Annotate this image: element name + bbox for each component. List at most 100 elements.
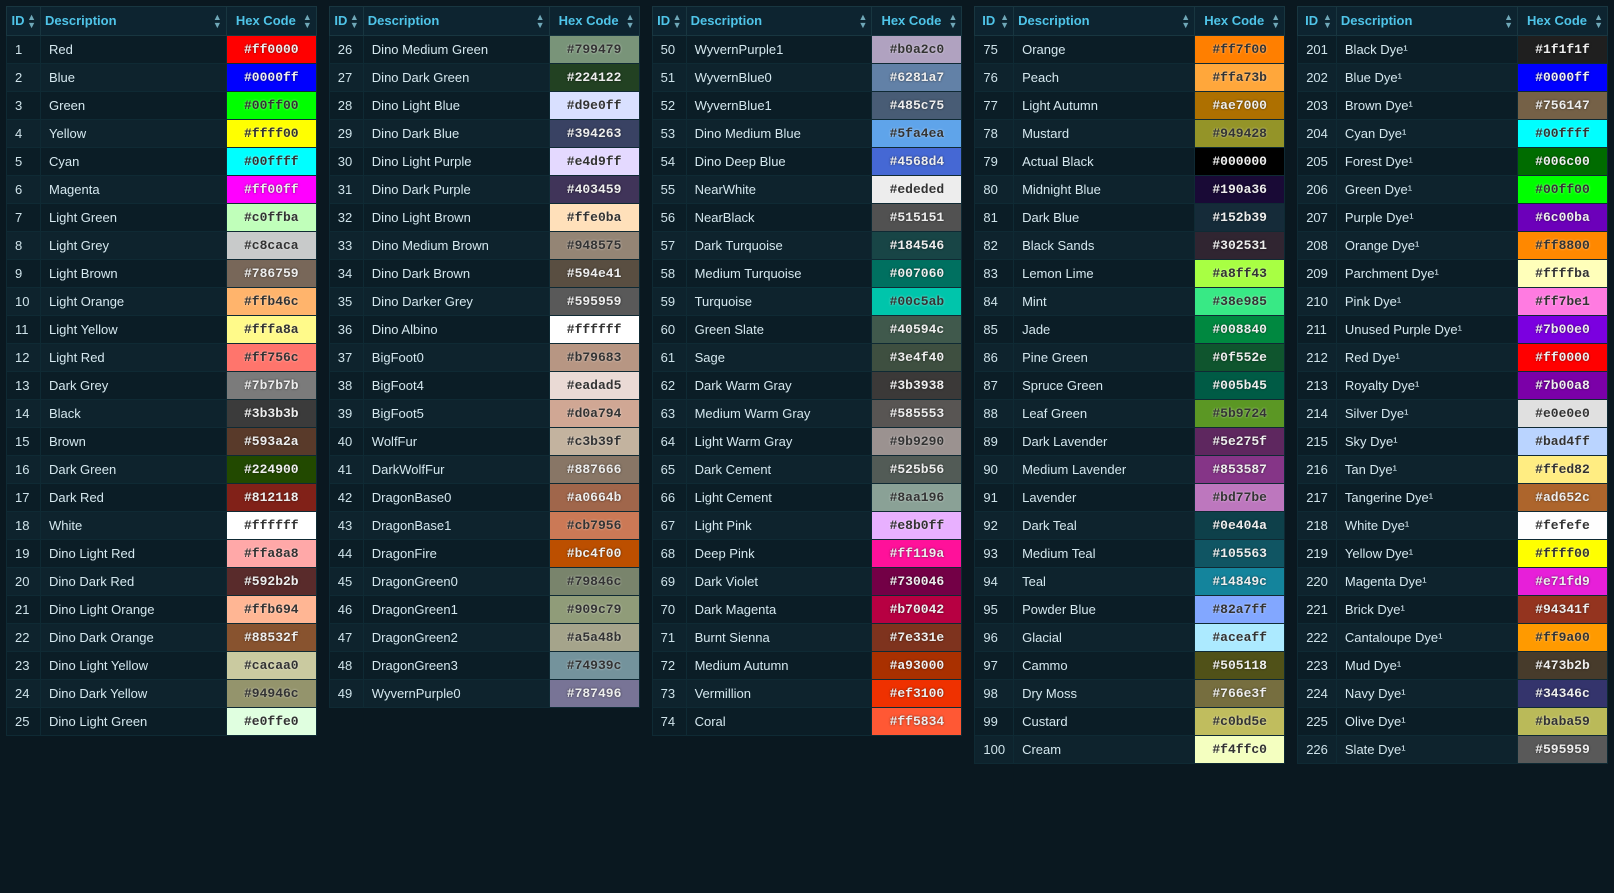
table-row: 78Mustard#949428: [975, 120, 1285, 148]
color-description: Light Orange: [41, 288, 227, 316]
header-hex[interactable]: Hex Code▲▼: [872, 7, 962, 36]
color-id: 21: [7, 596, 41, 624]
color-hex-swatch: #88532f: [226, 624, 316, 652]
color-description: Light Cement: [686, 484, 872, 512]
color-id: 4: [7, 120, 41, 148]
color-id: 218: [1298, 512, 1337, 540]
color-id: 215: [1298, 428, 1337, 456]
color-description: WyvernBlue1: [686, 92, 872, 120]
color-id: 219: [1298, 540, 1337, 568]
color-description: BigFoot4: [363, 372, 549, 400]
header-description[interactable]: Description▲▼: [1336, 7, 1517, 36]
table-row: 58Medium Turquoise#007060: [652, 260, 962, 288]
color-id: 28: [329, 92, 363, 120]
color-id: 9: [7, 260, 41, 288]
header-hex[interactable]: Hex Code▲▼: [226, 7, 316, 36]
header-id[interactable]: ID▲▼: [975, 7, 1014, 36]
color-description: Cantaloupe Dye¹: [1336, 624, 1517, 652]
color-description: Light Brown: [41, 260, 227, 288]
color-hex-swatch: #f4ffc0: [1195, 736, 1285, 764]
color-id: 223: [1298, 652, 1337, 680]
color-hex-swatch: #756147: [1517, 92, 1607, 120]
table-row: 6Magenta#ff00ff: [7, 176, 317, 204]
color-hex-swatch: #00ffff: [226, 148, 316, 176]
color-id: 56: [652, 204, 686, 232]
color-hex-swatch: #485c75: [872, 92, 962, 120]
header-description[interactable]: Description▲▼: [41, 7, 227, 36]
table-row: 23Dino Light Yellow#cacaa0: [7, 652, 317, 680]
color-hex-swatch: #38e985: [1195, 288, 1285, 316]
sort-icon: ▲▼: [536, 13, 545, 29]
header-label: Description: [691, 13, 763, 28]
table-row: 72Medium Autumn#a93000: [652, 652, 962, 680]
color-description: Medium Warm Gray: [686, 400, 872, 428]
table-row: 54Dino Deep Blue#4568d4: [652, 148, 962, 176]
table-row: 38BigFoot4#eadad5: [329, 372, 639, 400]
color-id: 206: [1298, 176, 1337, 204]
color-description: Light Yellow: [41, 316, 227, 344]
header-description[interactable]: Description▲▼: [363, 7, 549, 36]
header-hex[interactable]: Hex Code▲▼: [1195, 7, 1285, 36]
color-description: Medium Lavender: [1014, 456, 1195, 484]
color-id: 91: [975, 484, 1014, 512]
table-row: 70Dark Magenta#b70042: [652, 596, 962, 624]
color-hex-swatch: #152b39: [1195, 204, 1285, 232]
color-description: Dino Medium Green: [363, 36, 549, 64]
table-row: 210Pink Dye¹#ff7be1: [1298, 288, 1608, 316]
color-hex-swatch: #ffffba: [1517, 260, 1607, 288]
header-hex[interactable]: Hex Code▲▼: [1517, 7, 1607, 36]
header-description[interactable]: Description▲▼: [1014, 7, 1195, 36]
color-id: 81: [975, 204, 1014, 232]
header-hex[interactable]: Hex Code▲▼: [549, 7, 639, 36]
table-row: 16Dark Green#224900: [7, 456, 317, 484]
color-description: Glacial: [1014, 624, 1195, 652]
table-row: 60Green Slate#40594c: [652, 316, 962, 344]
table-row: 211Unused Purple Dye¹#7b00e0: [1298, 316, 1608, 344]
color-id: 100: [975, 736, 1014, 764]
color-hex-swatch: #bad4ff: [1517, 428, 1607, 456]
header-id[interactable]: ID▲▼: [7, 7, 41, 36]
header-id[interactable]: ID▲▼: [329, 7, 363, 36]
color-id: 78: [975, 120, 1014, 148]
color-description: Dino Light Red: [41, 540, 227, 568]
color-id: 213: [1298, 372, 1337, 400]
color-description: Vermillion: [686, 680, 872, 708]
color-description: Sky Dye¹: [1336, 428, 1517, 456]
color-id: 98: [975, 680, 1014, 708]
header-id[interactable]: ID▲▼: [1298, 7, 1337, 36]
color-hex-swatch: #94946c: [226, 680, 316, 708]
table-row: 61Sage#3e4f40: [652, 344, 962, 372]
color-description: Olive Dye¹: [1336, 708, 1517, 736]
color-hex-swatch: #948575: [549, 232, 639, 260]
table-row: 2Blue#0000ff: [7, 64, 317, 92]
color-id: 92: [975, 512, 1014, 540]
color-description: Mud Dye¹: [1336, 652, 1517, 680]
color-id: 96: [975, 624, 1014, 652]
color-description: Custard: [1014, 708, 1195, 736]
color-hex-swatch: #302531: [1195, 232, 1285, 260]
color-hex-swatch: #592b2b: [226, 568, 316, 596]
color-id: 214: [1298, 400, 1337, 428]
color-id: 205: [1298, 148, 1337, 176]
color-hex-swatch: #94341f: [1517, 596, 1607, 624]
table-row: 88Leaf Green#5b9724: [975, 400, 1285, 428]
table-row: 14Black#3b3b3b: [7, 400, 317, 428]
color-id: 61: [652, 344, 686, 372]
header-description[interactable]: Description▲▼: [686, 7, 872, 36]
color-id: 226: [1298, 736, 1337, 764]
color-id: 75: [975, 36, 1014, 64]
color-hex-swatch: #4568d4: [872, 148, 962, 176]
table-row: 225Olive Dye¹#baba59: [1298, 708, 1608, 736]
color-id: 67: [652, 512, 686, 540]
table-row: 55NearWhite#ededed: [652, 176, 962, 204]
color-hex-swatch: #a93000: [872, 652, 962, 680]
color-description: Dino Dark Yellow: [41, 680, 227, 708]
table-row: 9Light Brown#786759: [7, 260, 317, 288]
table-row: 214Silver Dye¹#e0e0e0: [1298, 400, 1608, 428]
table-row: 44DragonFire#bc4f00: [329, 540, 639, 568]
color-id: 41: [329, 456, 363, 484]
header-id[interactable]: ID▲▼: [652, 7, 686, 36]
table-row: 213Royalty Dye¹#7b00a8: [1298, 372, 1608, 400]
color-description: Mustard: [1014, 120, 1195, 148]
color-description: Dino Dark Red: [41, 568, 227, 596]
